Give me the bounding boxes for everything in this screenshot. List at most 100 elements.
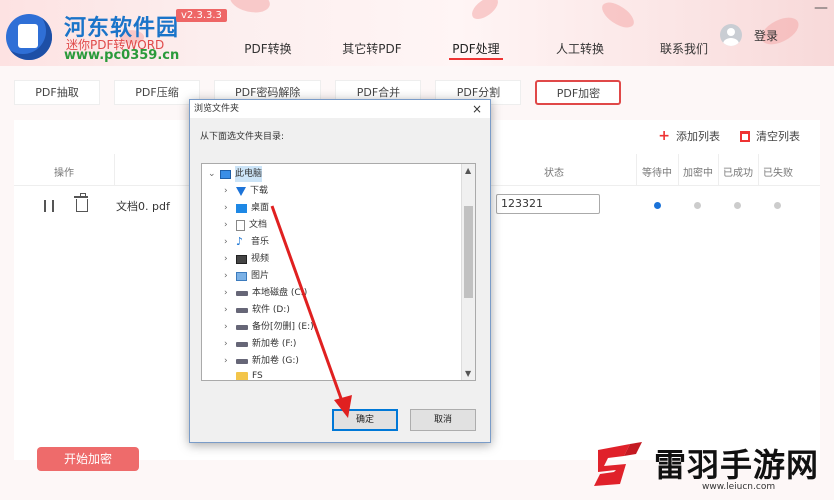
ok-button[interactable]: 确定 [332,409,398,431]
tree-item-drive-e[interactable]: › 备份[勿删] (E:) [224,319,314,335]
watermark-logo-icon [594,442,642,486]
col-failed: 已失败 [763,168,793,179]
tree-item-desktop[interactable]: › 桌面 [224,200,269,216]
decor-petal [227,0,273,19]
tab-pdf-extract[interactable]: PDF抽取 [14,80,100,105]
scroll-down-icon[interactable]: ▼ [465,369,471,378]
tree-item-drive-c[interactable]: › 本地磁盘 (C:) [224,285,307,301]
expand-arrow-icon[interactable]: › [224,268,232,284]
add-list-label: 添加列表 [676,130,720,143]
expand-arrow-icon[interactable]: › [224,251,232,267]
avatar-icon[interactable] [720,24,742,46]
expand-arrow-icon[interactable]: › [224,336,232,352]
tree-item-label: 本地磁盘 (C:) [252,288,308,298]
watermark-url: www.leiucn.com [702,482,776,492]
computer-icon [220,169,231,179]
minimize-icon[interactable]: — [814,0,828,16]
picture-icon [236,271,247,281]
delete-icon[interactable] [74,193,88,212]
cancel-button[interactable]: 取消 [410,409,476,431]
expand-arrow-icon[interactable]: › [224,183,232,199]
site-url: www.pc0359.cn [64,48,180,63]
tree-item-pictures[interactable]: › 图片 [224,268,269,284]
add-list-button[interactable]: + 添加列表 [658,128,720,144]
tree-item-music[interactable]: › ♪ 音乐 [224,234,269,250]
col-success: 已成功 [723,168,753,179]
pause-icon[interactable] [44,200,54,212]
tree-item-documents[interactable]: › 文档 [224,217,267,233]
decor-petal [598,0,638,34]
music-icon: ♪ [236,235,244,248]
tree-item-this-pc[interactable]: ⌄ 此电脑 [208,166,263,182]
folder-tree[interactable]: ⌄ 此电脑 › 下载 › 桌面 › 文档 › ♪ 音乐 › 视频 › 图片 › … [201,163,476,381]
tree-item-drive-g[interactable]: › 新加卷 (G:) [224,353,299,369]
user-area[interactable]: 登录 [720,24,778,46]
tab-pdf-encrypt[interactable]: PDF加密 [535,80,622,105]
expand-arrow-icon[interactable]: › [224,353,232,369]
tree-item-label: FS [252,371,263,381]
close-icon[interactable]: × [472,100,482,118]
status-dot-failed [774,202,781,209]
nav-other-to-pdf[interactable]: 其它转PDF [320,40,424,62]
drive-icon [236,324,248,330]
clear-list-button[interactable]: 清空列表 [740,128,800,144]
divider [636,154,637,186]
scroll-up-icon[interactable]: ▲ [465,166,471,175]
tree-item-fs[interactable]: FS [224,368,263,381]
download-icon [236,186,246,196]
tree-item-label: 备份[勿删] (E:) [252,322,314,332]
scroll-thumb[interactable] [464,206,473,298]
watermark-text: 雷羽手游网 [654,446,820,484]
dialog-titlebar: 浏览文件夹 × [190,100,490,118]
list-toolbar: + 添加列表 清空列表 [658,128,800,144]
main-nav: PDF转换 其它转PDF PDF处理 人工转换 联系我们 [216,40,736,62]
status-dot-success [734,202,741,209]
dialog-prompt: 从下面选文件夹目录: [200,132,285,142]
nav-pdf-process[interactable]: PDF处理 [424,40,528,62]
expand-arrow-icon[interactable]: › [224,217,232,233]
app-header: 河东软件园 迷你PDF转WORD www.pc0359.cn v2.3.3.3 … [0,0,834,66]
tree-item-label: 文档 [249,220,268,230]
divider [718,154,719,186]
expand-arrow-icon[interactable]: › [224,302,232,318]
expand-arrow-icon[interactable]: › [224,285,232,301]
expand-arrow-icon[interactable]: › [224,200,232,216]
status-dot-waiting [654,202,661,209]
tree-item-drive-f[interactable]: › 新加卷 (F:) [224,336,296,352]
tab-pdf-compress[interactable]: PDF压缩 [114,80,200,105]
expand-arrow-icon[interactable]: › [224,319,232,335]
divider [678,154,679,186]
login-link[interactable]: 登录 [754,27,778,44]
divider [758,154,759,186]
drive-icon [236,341,248,347]
col-status: 状态 [544,168,564,179]
col-waiting: 等待中 [642,168,672,179]
clear-list-label: 清空列表 [756,130,800,143]
file-name: 文档0. pdf [116,200,170,213]
tree-item-label: 图片 [251,271,270,281]
document-icon [236,219,245,231]
drive-icon [236,290,248,296]
col-encrypting: 加密中 [683,168,713,179]
expand-arrow-icon[interactable]: › [224,234,232,250]
drive-icon [236,307,248,313]
tree-scrollbar[interactable]: ▲ ▼ [461,164,475,380]
expand-arrow-icon[interactable]: ⌄ [208,166,216,182]
window-controls: — [814,0,828,16]
password-input[interactable]: 123321 [496,194,600,214]
nav-manual-convert[interactable]: 人工转换 [528,40,632,62]
divider [114,154,115,186]
folder-icon [236,371,248,380]
tree-item-videos[interactable]: › 视频 [224,251,269,267]
nav-pdf-convert[interactable]: PDF转换 [216,40,320,62]
plus-icon: + [658,128,670,144]
col-operation: 操作 [54,168,74,179]
tree-item-label: 音乐 [251,237,270,247]
tree-item-drive-d[interactable]: › 软件 (D:) [224,302,290,318]
tree-item-downloads[interactable]: › 下载 [224,183,268,199]
status-dot-encrypting [694,202,701,209]
watermark: 雷羽手游网 www.leiucn.com [590,436,830,498]
start-encrypt-button[interactable]: 开始加密 [37,447,139,471]
tree-item-label: 下载 [250,186,269,196]
decor-petal [468,0,502,23]
